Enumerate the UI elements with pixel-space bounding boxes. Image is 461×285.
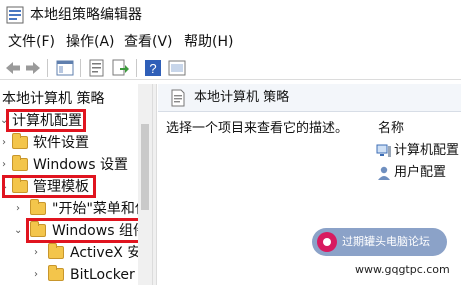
computer-config-icon <box>376 144 391 157</box>
chevron-right-icon[interactable]: › <box>16 203 20 215</box>
list-item-label: 用户配置 <box>394 165 447 180</box>
watermark-text: 过期罐头电脑论坛 <box>342 235 430 248</box>
menu-bar: 文件(F) 操作(A) 查看(V) 帮助(H) <box>0 32 461 52</box>
filter-view-icon[interactable] <box>168 59 186 77</box>
tree-item-label: Windows 设置 <box>33 157 128 173</box>
tree-item-bitlocker[interactable]: › BitLocker 驱 <box>0 264 152 285</box>
column-header-name[interactable]: 名称 <box>378 120 404 138</box>
tree-item-label: 本地计算机 策略 <box>2 91 105 107</box>
chevron-right-icon[interactable]: › <box>2 159 6 171</box>
toolbar-separator <box>80 59 81 77</box>
properties-icon[interactable] <box>88 59 106 77</box>
title-bar: 本地组策略编辑器 <box>0 0 461 30</box>
scrollbar-thumb[interactable] <box>141 124 149 210</box>
back-arrow-icon[interactable] <box>4 59 22 77</box>
chevron-down-icon[interactable]: ⌄ <box>14 225 22 237</box>
highlight-box-computer-config <box>6 109 86 132</box>
toolbar-separator <box>136 59 137 77</box>
details-title: 本地计算机 策略 <box>194 90 290 105</box>
folder-icon <box>12 155 28 171</box>
user-config-icon <box>378 166 390 180</box>
highlight-box-windows-components <box>26 218 142 243</box>
group-policy-app-icon <box>6 6 24 24</box>
tree-item-windows-settings[interactable]: › Windows 设置 <box>0 154 138 176</box>
export-list-icon[interactable] <box>112 59 130 77</box>
toolbar-separator <box>47 59 48 77</box>
menu-action[interactable]: 操作(A) <box>66 32 115 52</box>
folder-icon <box>48 243 64 259</box>
description-text: 选择一个项目来查看它的描述。 <box>166 121 349 136</box>
details-header: 本地计算机 策略 <box>158 84 461 112</box>
watermark-url: www.gqgtpc.com <box>355 263 450 276</box>
folder-icon <box>48 265 64 281</box>
tree-item-label: ActiveX 安 <box>70 245 142 261</box>
watermark-logo-icon <box>317 232 337 252</box>
folder-icon <box>12 133 28 149</box>
show-hide-tree-icon[interactable] <box>56 59 74 77</box>
pane-splitter[interactable] <box>152 84 157 285</box>
chevron-right-icon[interactable]: › <box>2 137 6 149</box>
forward-arrow-icon[interactable] <box>24 59 42 77</box>
window-title: 本地组策略编辑器 <box>30 7 142 23</box>
tree-item-activex[interactable]: › ActiveX 安 <box>0 242 142 264</box>
watermark-badge: 过期罐头电脑论坛 <box>312 228 447 256</box>
highlight-box-admin-templates <box>2 175 96 198</box>
tree-scrollbar[interactable] <box>138 84 152 285</box>
tree-item-start-menu[interactable]: › "开始"菜单和任 <box>0 198 149 220</box>
tree-item-software-settings[interactable]: › 软件设置 <box>0 132 138 154</box>
tree-item-label: "开始"菜单和任 <box>52 201 149 217</box>
menu-view[interactable]: 查看(V) <box>124 32 173 52</box>
list-item-label: 计算机配置 <box>394 143 460 158</box>
chevron-right-icon[interactable]: › <box>34 269 38 281</box>
tree-pane: 本地计算机 策略 ⌄ 计算机配置 › 软件设置 › Windows 设置 ⌄ 管… <box>0 84 152 285</box>
svg-text:?: ? <box>149 61 156 76</box>
folder-icon <box>30 199 46 215</box>
help-icon[interactable]: ? <box>144 59 162 77</box>
toolbar: ? <box>0 56 461 80</box>
menu-file[interactable]: 文件(F) <box>8 32 55 52</box>
menu-help[interactable]: 帮助(H) <box>184 32 233 52</box>
chevron-right-icon[interactable]: › <box>34 247 38 259</box>
tree-item-root[interactable]: 本地计算机 策略 <box>0 88 138 110</box>
tree-item-label: 软件设置 <box>33 135 89 151</box>
policy-document-icon <box>171 89 185 107</box>
